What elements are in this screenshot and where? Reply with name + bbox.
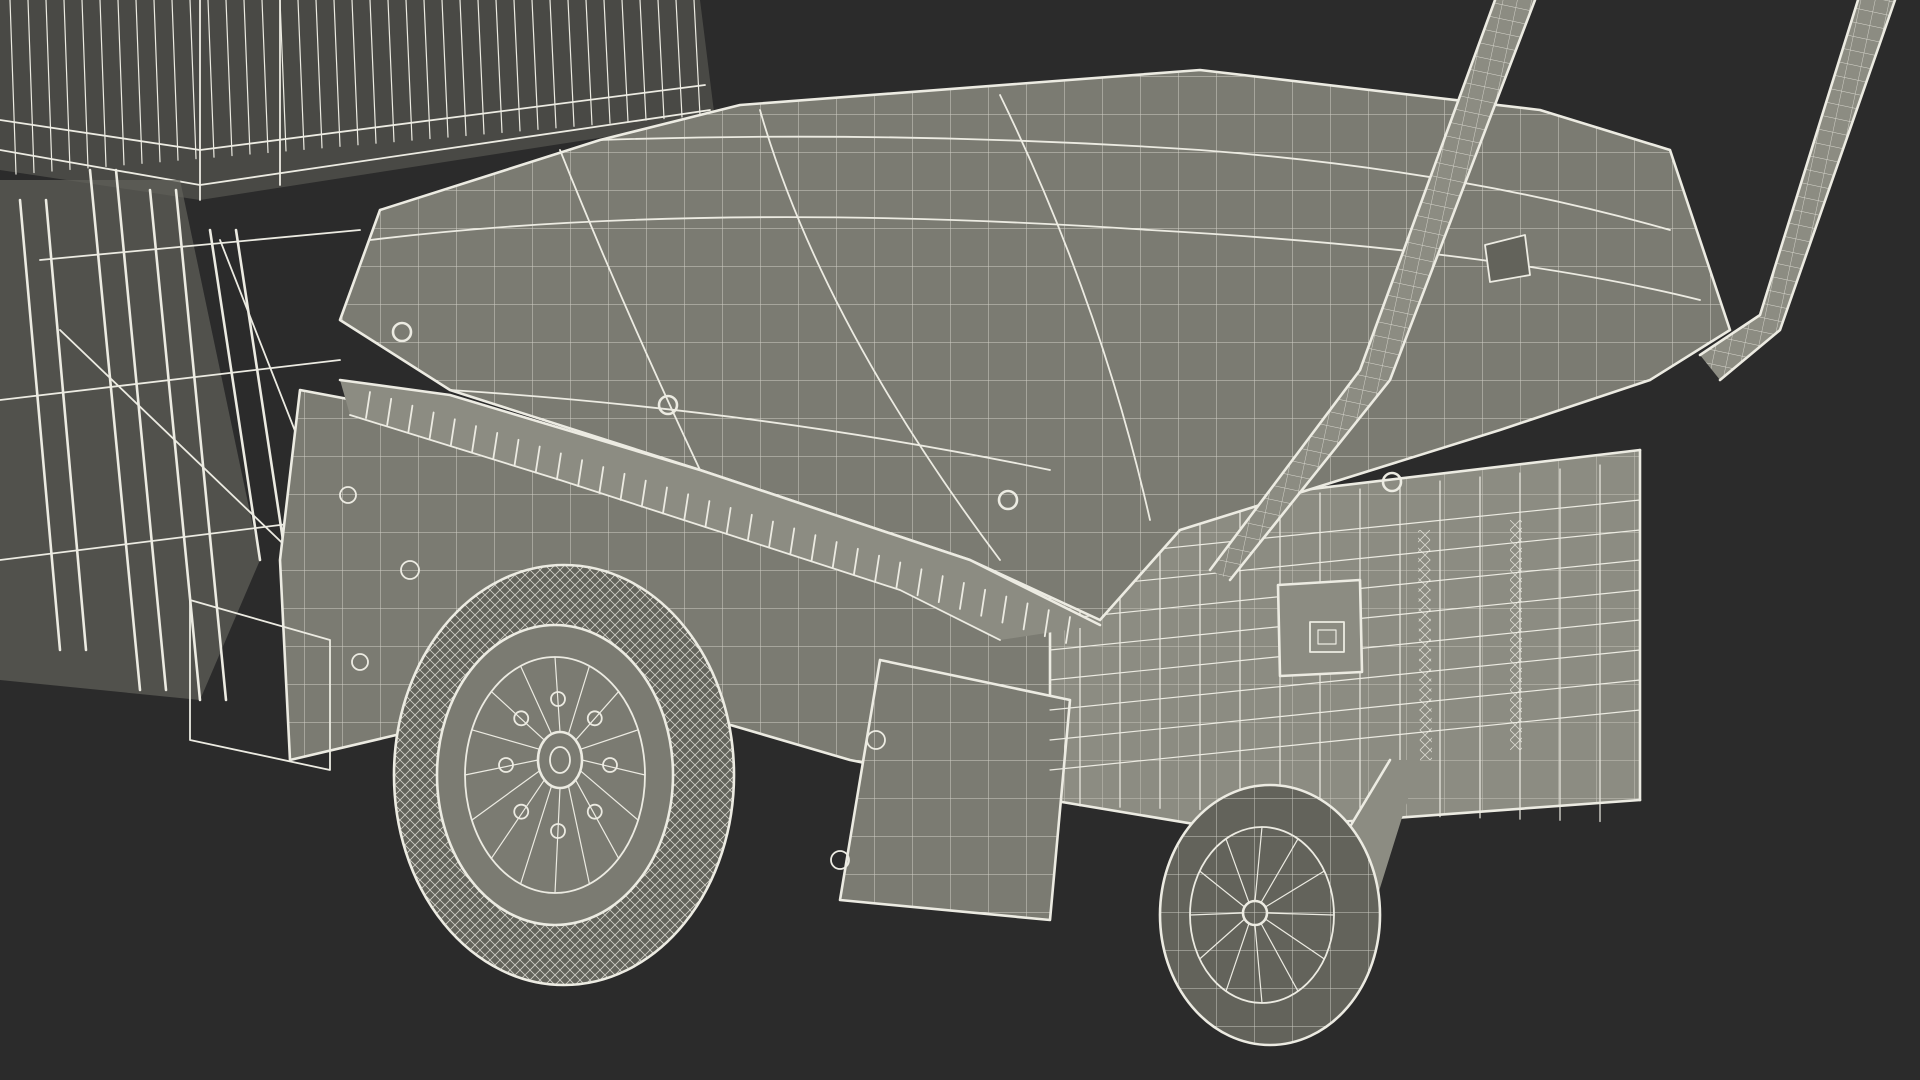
wireframe-cart-render: [0, 0, 1897, 1047]
rear-wheel: [392, 563, 736, 987]
charging-port: [1276, 578, 1364, 678]
